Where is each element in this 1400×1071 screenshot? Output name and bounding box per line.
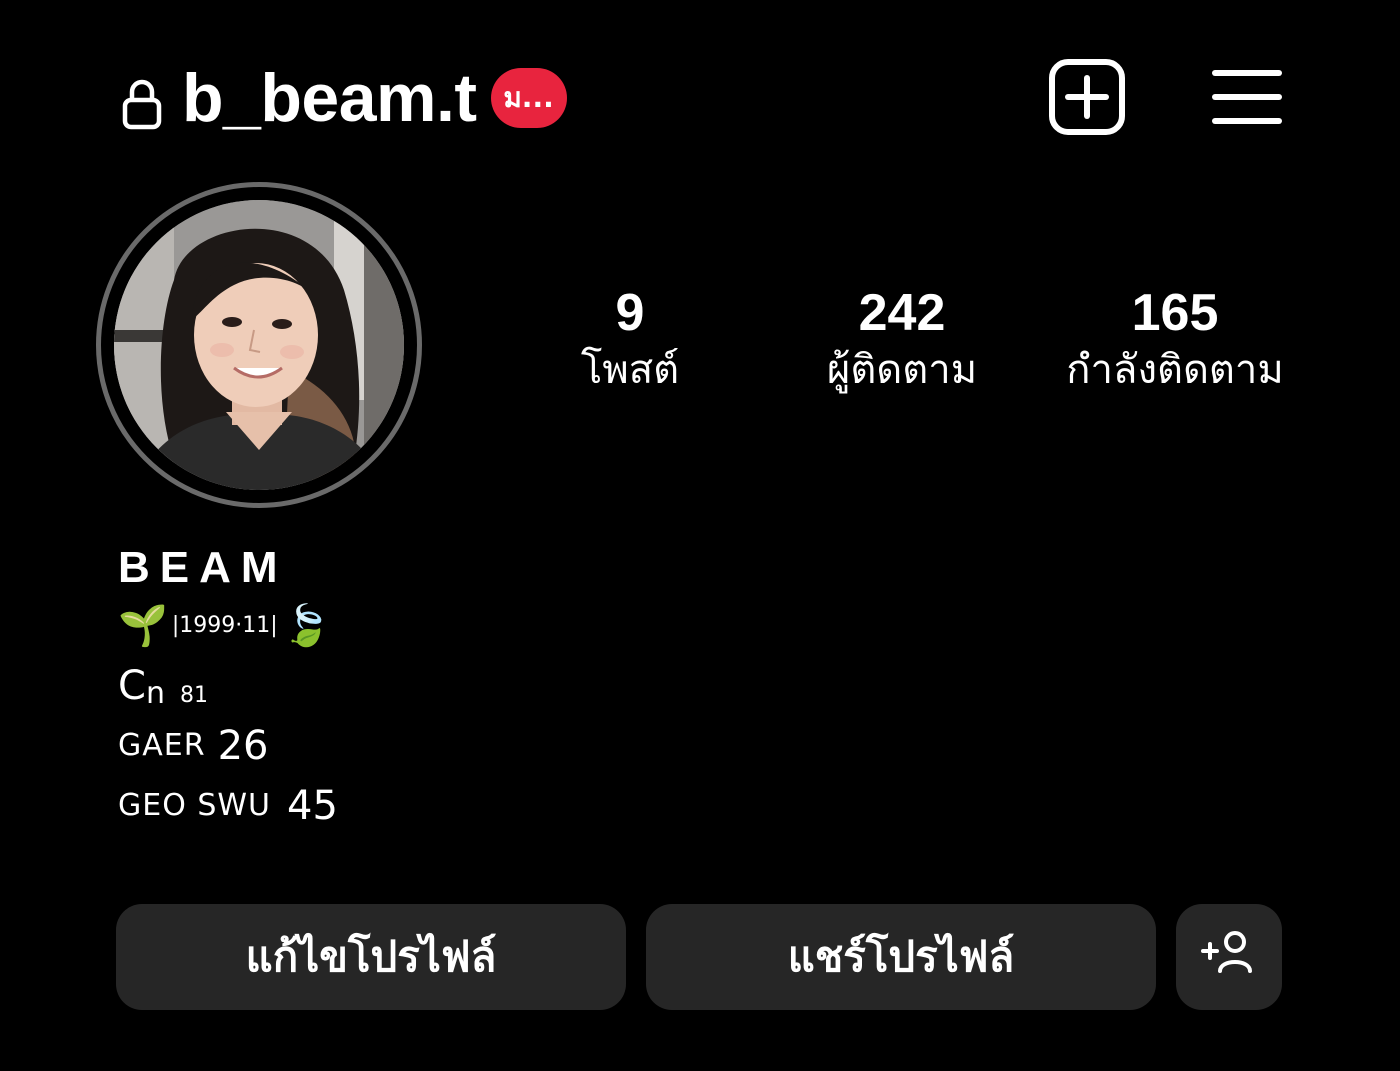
followers-count: 242 [858, 284, 946, 342]
seedling-emoji: 🌱 [118, 603, 168, 649]
stat-posts[interactable]: 9 โพสต์ [530, 284, 730, 394]
display-name: BEAM [118, 543, 288, 592]
bio-line-2: C n 81 [118, 656, 338, 716]
followers-label: ผู้ติดตาม [826, 346, 978, 393]
bio-line2-sub: n [145, 676, 166, 711]
bio-line-4: GEO SWU 45 [118, 776, 338, 836]
profile-page: b_beam.t ม... 9 โพสต์ 242 ผู้ติดตาม 165 … [0, 0, 1400, 1071]
stat-following[interactable]: 165 กำลังติดตาม [1044, 284, 1306, 394]
posts-count: 9 [615, 284, 645, 342]
stat-followers[interactable]: 242 ผู้ติดตาม [790, 284, 1014, 394]
birth-text: |1999·11| [171, 613, 278, 638]
bio-line-1: 🌱 |1999·11| 🍃 [118, 596, 338, 656]
bio-section: BEAM 🌱 |1999·11| 🍃 C n 81 GAER 26 GEO SW… [118, 540, 338, 836]
bio-line2-num: 81 [179, 683, 208, 708]
following-count: 165 [1131, 284, 1219, 342]
username[interactable]: b_beam.t [182, 64, 477, 132]
bio-line3-num: 26 [217, 723, 269, 769]
lock-icon [118, 66, 166, 130]
discover-people-button[interactable] [1176, 904, 1282, 1010]
bio-line4-num: 45 [287, 783, 338, 829]
header-actions [1048, 58, 1282, 136]
avatar-ring[interactable] [96, 182, 422, 508]
notes-badge[interactable]: ม... [490, 68, 567, 128]
leaf-emoji: 🍃 [281, 603, 332, 649]
bio-line2-main: C [118, 663, 146, 709]
posts-label: โพสต์ [580, 346, 680, 393]
bio-line4-text: GEO SWU [118, 788, 272, 823]
edit-profile-button[interactable]: แก้ไขโปรไฟล์ [116, 904, 626, 1010]
avatar[interactable] [114, 200, 404, 490]
profile-header: b_beam.t ม... [118, 58, 567, 138]
add-person-icon [1201, 929, 1257, 985]
bio-line-3: GAER 26 [118, 716, 338, 776]
menu-icon[interactable] [1212, 67, 1282, 127]
create-post-icon[interactable] [1048, 58, 1126, 136]
following-label: กำลังติดตาม [1066, 346, 1284, 393]
share-profile-button[interactable]: แชร์โปรไฟล์ [646, 904, 1156, 1010]
